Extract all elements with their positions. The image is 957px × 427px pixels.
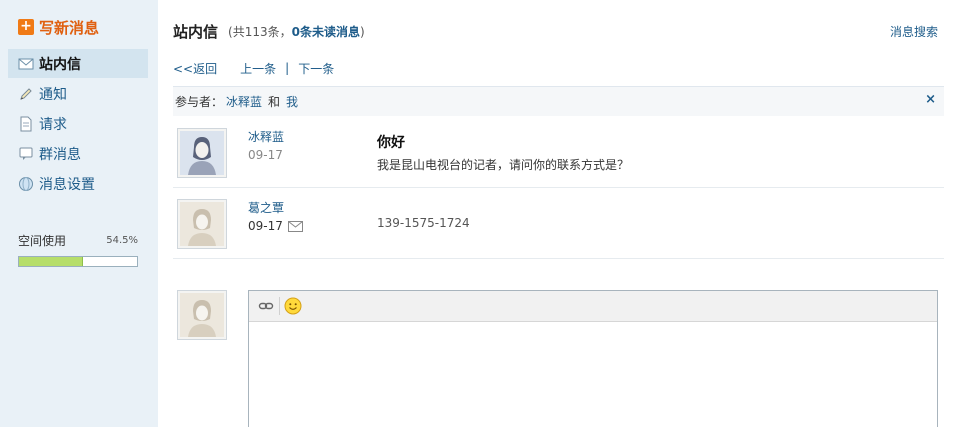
toolbar-divider <box>279 297 280 315</box>
space-usage-percent: 54.5% <box>106 235 138 246</box>
message-date: 09-17 <box>248 148 283 162</box>
compose-label: 写新消息 <box>39 18 100 37</box>
space-usage-bar <box>18 256 138 267</box>
link-icon[interactable] <box>256 296 276 316</box>
unread-count: 0条未读消息 <box>291 24 360 39</box>
pencil-icon <box>18 86 34 102</box>
sender-link[interactable]: 冰释蓝 <box>248 128 284 145</box>
message-date: 09-17 <box>248 219 303 233</box>
reply-editor <box>248 290 938 427</box>
space-usage-label: 空间使用 <box>18 234 67 248</box>
prev-link[interactable]: 上一条 <box>240 60 276 77</box>
sidebar-nav: 站内信 通知 请求 群消息 消息设置 <box>8 49 148 199</box>
globe-settings-icon <box>18 176 34 192</box>
reply-section <box>173 290 944 427</box>
space-usage-fill <box>19 257 84 266</box>
sidebar: + 写新消息 站内信 通知 请求 群消息 消息设置 空间使用 54.5% <box>0 0 158 427</box>
sidebar-item-group-messages[interactable]: 群消息 <box>8 139 148 168</box>
compose-message-button[interactable]: + 写新消息 <box>18 16 99 38</box>
message-subject: 你好 <box>377 135 405 151</box>
participant-link[interactable]: 我 <box>286 93 298 110</box>
sidebar-item-inbox[interactable]: 站内信 <box>8 49 148 78</box>
message-toolbar: <<返回 上一条 | 下一条 <box>173 60 334 76</box>
message-body: 139-1575-1724 <box>377 216 470 230</box>
participants-conjunction: 和 <box>268 95 281 109</box>
sender-link[interactable]: 葛之覃 <box>248 199 284 216</box>
envelope-icon <box>18 56 34 72</box>
message-search-link[interactable]: 消息搜索 <box>890 23 938 40</box>
chat-bubble-icon <box>18 146 34 162</box>
sidebar-item-label: 站内信 <box>39 56 81 73</box>
smiley-icon[interactable] <box>283 296 303 316</box>
main-content: 站内信 (共113条，0条未读消息) 消息搜索 <<返回 上一条 | 下一条 参… <box>173 0 944 427</box>
plus-icon: + <box>18 19 34 35</box>
close-icon[interactable]: × <box>925 92 936 107</box>
sidebar-item-requests[interactable]: 请求 <box>8 109 148 138</box>
document-icon <box>18 116 34 132</box>
sidebar-item-notifications[interactable]: 通知 <box>8 79 148 108</box>
page-title: 站内信 <box>173 22 219 41</box>
avatar[interactable] <box>177 128 227 178</box>
sidebar-item-label: 群消息 <box>39 146 81 163</box>
reply-textarea[interactable] <box>249 322 937 427</box>
avatar <box>177 290 227 340</box>
editor-toolbar <box>249 291 937 322</box>
sidebar-item-label: 通知 <box>39 86 67 103</box>
sidebar-item-label: 消息设置 <box>39 176 95 193</box>
message-body: 我是昆山电视台的记者，请问你的联系方式是？ <box>377 158 630 172</box>
avatar[interactable] <box>177 199 227 249</box>
sidebar-item-settings[interactable]: 消息设置 <box>8 169 148 198</box>
sidebar-item-label: 请求 <box>39 116 67 133</box>
envelope-icon <box>287 220 303 232</box>
back-link[interactable]: <<返回 <box>173 60 217 77</box>
header: 站内信 (共113条，0条未读消息) 消息搜索 <box>173 20 944 42</box>
next-link[interactable]: 下一条 <box>298 60 334 77</box>
participant-link[interactable]: 冰释蓝 <box>226 93 262 110</box>
message-count: (共113条，0条未读消息) <box>228 24 365 39</box>
participants-prefix: 参与者： <box>175 95 224 109</box>
message-item: 冰释蓝 09-17 你好 我是昆山电视台的记者，请问你的联系方式是？ <box>173 118 944 188</box>
separator: | <box>285 61 290 75</box>
participants-bar: 参与者： 冰释蓝 和 我 × <box>173 86 944 116</box>
message-item: 葛之覃 09-17 139-1575-1724 <box>173 189 944 259</box>
space-usage: 空间使用 54.5% <box>18 232 138 267</box>
